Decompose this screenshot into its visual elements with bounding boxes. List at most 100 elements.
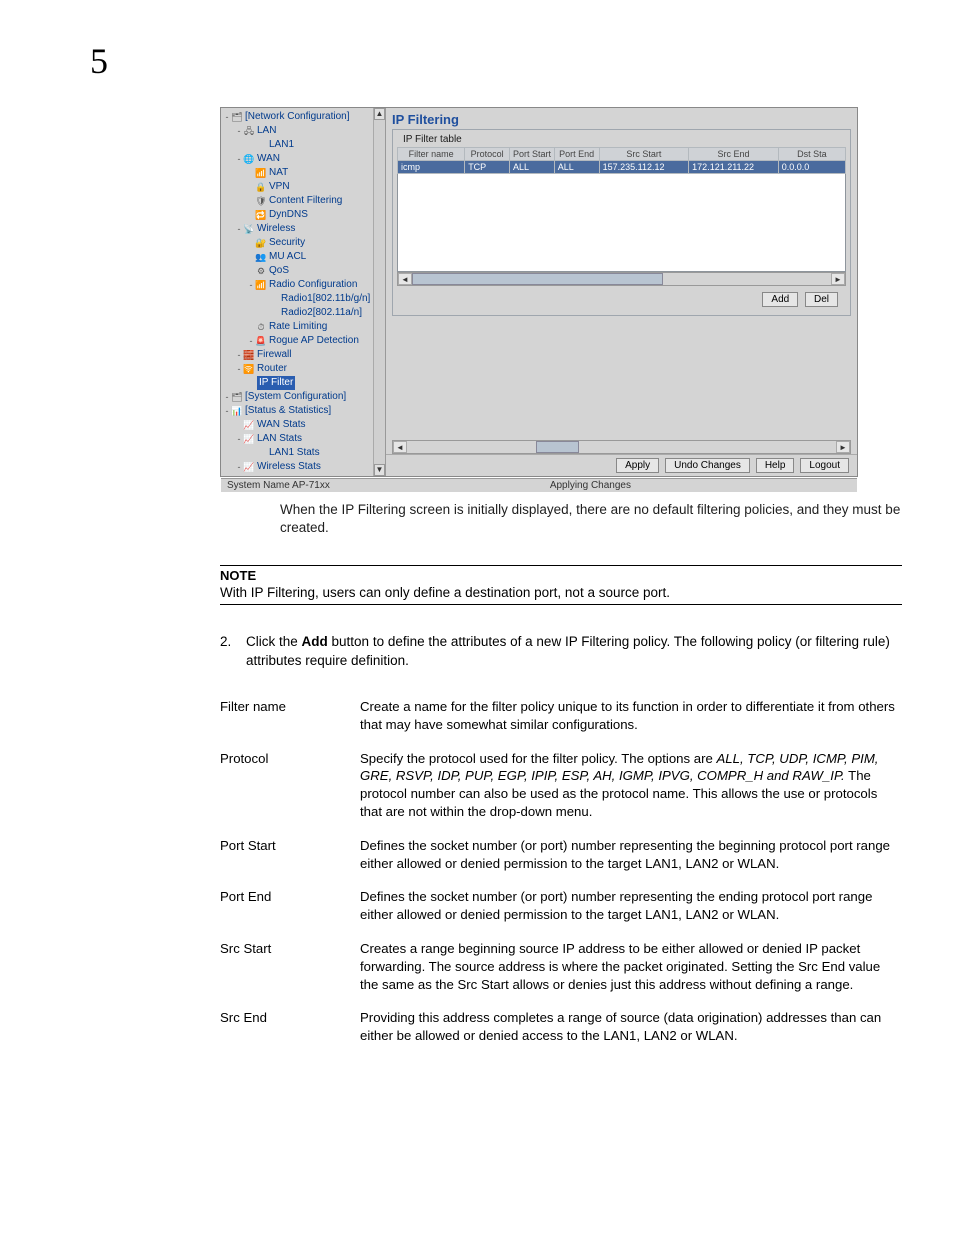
tree-item-label: NAT: [269, 166, 288, 180]
tree-item[interactable]: -🌐WAN: [223, 152, 385, 166]
tree-item[interactable]: LAN1: [223, 138, 385, 152]
cell: icmp: [398, 161, 465, 174]
tree-item-label: DynDNS: [269, 208, 308, 222]
tree-item[interactable]: 🛡Content Filtering: [223, 194, 385, 208]
tree-icon: [243, 377, 255, 389]
tree-icon: 🔁: [255, 209, 267, 221]
note-text: With IP Filtering, users can only define…: [220, 585, 902, 600]
tree-item-label: [Status & Statistics]: [245, 404, 331, 418]
def-term: Src Start: [220, 932, 360, 1001]
tree-item[interactable]: Radio1[802.11b/g/n]: [223, 292, 385, 306]
scroll-left-icon[interactable]: ◄: [393, 441, 407, 453]
tree-item[interactable]: 🔒VPN: [223, 180, 385, 194]
tree-icon: ⏱: [255, 321, 267, 333]
tree-icon: 🖧: [243, 125, 255, 137]
tree-item[interactable]: LAN1 Stats: [223, 446, 385, 460]
add-button[interactable]: Add: [762, 292, 798, 307]
tree-item[interactable]: -🗂[Network Configuration]: [223, 110, 385, 124]
def-term: Filter name: [220, 690, 360, 742]
tree-item[interactable]: 👥MU ACL: [223, 250, 385, 264]
tree-item-label: LAN Stats: [257, 432, 302, 446]
fieldset-legend: IP Filter table: [401, 134, 464, 145]
tree-item[interactable]: 🔐Security: [223, 236, 385, 250]
tree-item-label: Content Filtering: [269, 194, 342, 208]
tree-item-label: [System Configuration]: [245, 390, 346, 404]
status-message: Applying Changes: [330, 480, 851, 491]
apply-button[interactable]: Apply: [616, 458, 659, 473]
content-title: IP Filtering: [386, 108, 857, 129]
tree-item[interactable]: Radio2[802.11a/n]: [223, 306, 385, 320]
tree-item-label: Wireless Stats: [257, 460, 321, 474]
table-empty-area: [397, 174, 846, 272]
col-header: Port End: [554, 148, 599, 161]
cell: 172.121.211.22: [689, 161, 779, 174]
scroll-thumb[interactable]: [412, 273, 663, 285]
tree-item[interactable]: -🚨Rogue AP Detection: [223, 334, 385, 348]
tree-item-label: Wireless: [257, 222, 295, 236]
def-desc: Defines the socket number (or port) numb…: [360, 880, 910, 932]
tree-item-label: Radio Configuration: [269, 278, 357, 292]
tree-item[interactable]: -🖧LAN: [223, 124, 385, 138]
tree-item[interactable]: -🧱Firewall: [223, 348, 385, 362]
tree-icon: [267, 307, 279, 319]
tree-item[interactable]: -📶Radio Configuration: [223, 278, 385, 292]
tree-item[interactable]: -🛜Router: [223, 362, 385, 376]
table-h-scrollbar[interactable]: ◄ ►: [397, 272, 846, 286]
table-row[interactable]: icmpTCPALLALL157.235.112.12172.121.211.2…: [398, 161, 846, 174]
tree-icon: 📶: [255, 167, 267, 179]
col-header: Src Start: [599, 148, 689, 161]
status-system-name: System Name AP-71xx: [227, 480, 330, 491]
tree-item-label: LAN1 Stats: [269, 446, 320, 460]
tree-item[interactable]: -📊[Status & Statistics]: [223, 404, 385, 418]
tree-item[interactable]: ⏱Rate Limiting: [223, 320, 385, 334]
cell: 157.235.112.12: [599, 161, 689, 174]
caption-text: When the IP Filtering screen is initiall…: [280, 501, 902, 537]
cell: ALL: [509, 161, 554, 174]
scroll-track[interactable]: [374, 120, 385, 464]
tree-item[interactable]: IP Filter: [223, 376, 385, 390]
tree-item-label: Rogue AP Detection: [269, 334, 359, 348]
tree-icon: 📈: [243, 461, 255, 473]
tree-item-label: [Network Configuration]: [245, 110, 350, 124]
cell: 0.0.0.0: [778, 161, 845, 174]
status-bar: System Name AP-71xx Applying Changes: [221, 478, 857, 492]
step-2: 2. Click the Add button to define the at…: [220, 633, 902, 669]
tree-item[interactable]: -📈LAN Stats: [223, 432, 385, 446]
tree-item-label: Rate Limiting: [269, 320, 327, 334]
note-title: NOTE: [220, 568, 902, 583]
scroll-right-icon[interactable]: ►: [836, 441, 850, 453]
content-pane: IP Filtering IP Filter table Filter name…: [386, 108, 857, 476]
tree-item-label: Router: [257, 362, 287, 376]
def-desc: Defines the socket number (or port) numb…: [360, 829, 910, 881]
def-desc: Specify the protocol used for the filter…: [360, 742, 910, 829]
scroll-up-icon[interactable]: ▲: [374, 108, 385, 120]
del-button[interactable]: Del: [805, 292, 838, 307]
help-button[interactable]: Help: [756, 458, 795, 473]
screenshot-panel: -🗂[Network Configuration]-🖧LANLAN1-🌐WAN📶…: [220, 107, 858, 477]
logout-button[interactable]: Logout: [800, 458, 849, 473]
tree-item[interactable]: 🔁DynDNS: [223, 208, 385, 222]
scroll-thumb[interactable]: [536, 441, 579, 453]
tree-item[interactable]: -📡Wireless: [223, 222, 385, 236]
scroll-right-icon[interactable]: ►: [831, 273, 845, 285]
tree-icon: 📈: [243, 433, 255, 445]
tree-item[interactable]: -🗂[System Configuration]: [223, 390, 385, 404]
tree-item[interactable]: ⚙QoS: [223, 264, 385, 278]
tree-icon: 👥: [255, 251, 267, 263]
scroll-left-icon[interactable]: ◄: [398, 273, 412, 285]
tree-item[interactable]: -📈Wireless Stats: [223, 460, 385, 474]
col-header: Protocol: [465, 148, 510, 161]
tree-icon: [255, 139, 267, 151]
tree-item[interactable]: 📈WAN Stats: [223, 418, 385, 432]
undo-changes-button[interactable]: Undo Changes: [665, 458, 750, 473]
content-h-scrollbar[interactable]: ◄ ►: [392, 440, 851, 454]
cell: TCP: [465, 161, 510, 174]
def-term: Src End: [220, 1001, 360, 1053]
col-header: Port Start: [509, 148, 554, 161]
ip-filter-table: Filter nameProtocolPort StartPort EndSrc…: [397, 147, 846, 174]
tree-scrollbar[interactable]: ▲ ▼: [373, 108, 385, 476]
scroll-down-icon[interactable]: ▼: [374, 464, 385, 476]
tree-item[interactable]: 📶NAT: [223, 166, 385, 180]
tree-item-label: Security: [269, 236, 305, 250]
tree-item-label: LAN: [257, 124, 276, 138]
